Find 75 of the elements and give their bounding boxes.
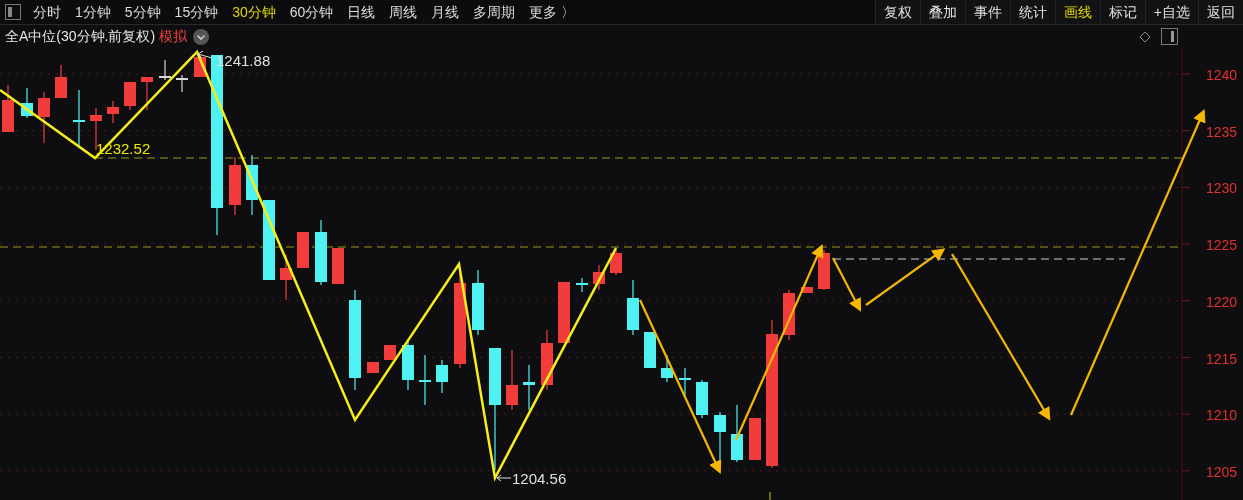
price-axis-label: 1225 bbox=[1206, 236, 1238, 256]
candle bbox=[297, 231, 309, 269]
period-tab[interactable]: 月线 bbox=[424, 1, 467, 23]
candle bbox=[159, 59, 171, 81]
price-axis-label: 1220 bbox=[1206, 292, 1238, 312]
candle bbox=[419, 354, 431, 406]
period-tab[interactable]: 多周期 bbox=[466, 1, 523, 23]
candle bbox=[141, 76, 153, 111]
mode-tag: 模拟 bbox=[159, 26, 188, 47]
candle bbox=[332, 247, 344, 285]
candle bbox=[749, 417, 761, 461]
candle bbox=[576, 277, 588, 293]
period-tab[interactable]: 15分钟 bbox=[167, 1, 226, 23]
candle bbox=[506, 349, 518, 411]
candle bbox=[107, 100, 119, 124]
period-tab[interactable]: 5分钟 bbox=[117, 1, 168, 23]
candle bbox=[384, 344, 396, 361]
candle bbox=[661, 354, 673, 383]
period-tab[interactable]: 1分钟 bbox=[68, 1, 118, 23]
candle bbox=[644, 331, 656, 369]
diamond-icon[interactable] bbox=[1139, 30, 1151, 43]
panel-toggle-icon[interactable] bbox=[5, 4, 21, 20]
candle bbox=[2, 84, 14, 133]
candle bbox=[367, 361, 379, 374]
candle bbox=[472, 269, 484, 336]
candle bbox=[246, 154, 258, 216]
tick-mark bbox=[769, 491, 771, 500]
panel-toggle-icon[interactable] bbox=[1161, 28, 1178, 45]
period-tab[interactable]: 30分钟 bbox=[225, 1, 283, 23]
period-tab[interactable]: 更多 〉 bbox=[522, 1, 583, 23]
toolbar-button[interactable]: 统计 bbox=[1009, 0, 1055, 24]
candle bbox=[55, 64, 67, 99]
candle bbox=[818, 249, 830, 291]
candle bbox=[124, 81, 136, 111]
candle bbox=[696, 379, 708, 419]
candle bbox=[436, 359, 448, 394]
leader-line bbox=[496, 474, 512, 482]
period-tab[interactable]: 周线 bbox=[382, 1, 425, 23]
candle bbox=[541, 329, 553, 391]
candle bbox=[315, 219, 327, 286]
candle bbox=[627, 279, 639, 336]
candle bbox=[229, 156, 241, 216]
candle bbox=[593, 264, 605, 291]
candle bbox=[402, 339, 414, 391]
period-tab[interactable]: 日线 bbox=[340, 1, 383, 23]
period-tab[interactable]: 60分钟 bbox=[282, 1, 341, 23]
candle bbox=[731, 404, 743, 463]
price-axis-label: 1210 bbox=[1206, 406, 1238, 426]
toolbar-button[interactable]: 事件 bbox=[964, 0, 1010, 24]
price-axis-label: 1235 bbox=[1206, 122, 1238, 142]
candle bbox=[38, 91, 50, 144]
price-axis-label: 1215 bbox=[1206, 349, 1238, 369]
forecast-arrow bbox=[832, 257, 862, 312]
price-annotation: 1204.56 bbox=[512, 469, 567, 489]
period-tab[interactable]: 分时 bbox=[26, 1, 68, 23]
candle bbox=[176, 74, 188, 93]
chart-title: 全A中位(30分钟.前复权) bbox=[5, 27, 156, 46]
candle bbox=[610, 249, 622, 276]
toolbar-button[interactable]: 标记 bbox=[1099, 0, 1145, 24]
price-axis-label: 1230 bbox=[1206, 179, 1238, 199]
candle bbox=[801, 286, 813, 294]
leader-line bbox=[197, 50, 213, 59]
toolbar-button[interactable]: 返回 bbox=[1198, 0, 1243, 24]
toolbar-button[interactable]: 叠加 bbox=[919, 0, 965, 24]
toolbar-button[interactable]: 复权 bbox=[874, 0, 920, 24]
candle bbox=[679, 367, 691, 396]
price-axis-label: 1205 bbox=[1206, 462, 1238, 482]
toolbar-button[interactable]: 画线 bbox=[1054, 0, 1100, 24]
toolbar-button[interactable]: +自选 bbox=[1144, 0, 1198, 24]
dropdown-icon[interactable] bbox=[193, 28, 210, 45]
candle bbox=[523, 364, 535, 411]
candle bbox=[21, 87, 33, 119]
candle bbox=[558, 281, 570, 344]
candle bbox=[280, 254, 292, 301]
price-axis-label: 1240 bbox=[1206, 66, 1238, 85]
